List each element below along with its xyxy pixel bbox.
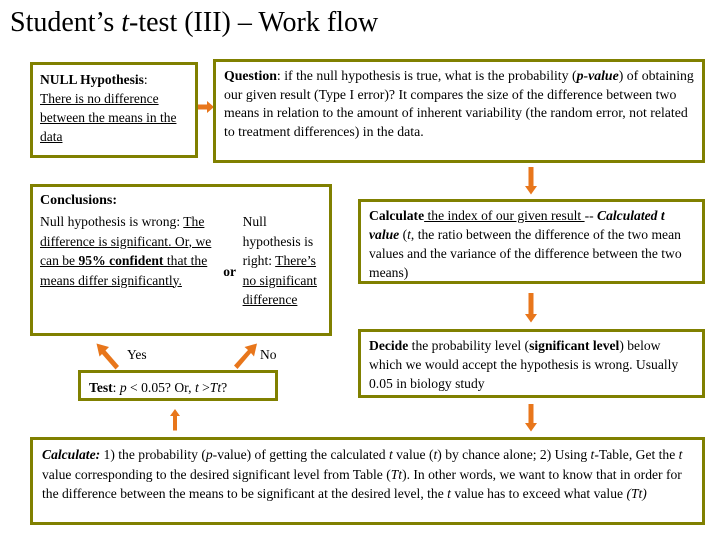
bottom-seg-6: value corresponding to the desired signi… — [42, 466, 391, 482]
test-gt: > — [198, 380, 210, 395]
calculate-dashes: -- — [584, 208, 594, 223]
calculate-underlined: the index of our given result — [424, 208, 585, 223]
arrow-calculate-to-decide-icon — [524, 293, 538, 323]
decide-bold-lead: Decide — [369, 338, 409, 353]
calculate-bold-lead: Calculate — [369, 208, 425, 223]
branch-label-no: No — [260, 347, 277, 362]
arrow-yes-branch-icon — [95, 342, 125, 372]
bottom-calculate-box: Calculate: 1) the probability (p-value) … — [30, 437, 705, 525]
null-hypothesis-body: There is no difference between the means… — [40, 91, 177, 144]
test-italic-tt: Tt — [209, 380, 222, 395]
arrow-bottom-to-test-icon — [169, 409, 181, 431]
calculate-text-open: ( — [399, 227, 408, 242]
decide-text-1: the probability level ( — [408, 338, 530, 353]
test-mid: < 0.05? Or, — [126, 380, 195, 395]
title-text-before: Student’s — [10, 7, 122, 38]
null-hypothesis-box: NULL Hypothesis: There is no difference … — [30, 62, 198, 158]
title-text-italic: t — [121, 7, 130, 38]
arrow-null-to-question-icon — [198, 100, 214, 114]
title-text-after: -test (III) – Work flow — [129, 7, 379, 38]
calculate-text-rest: , the ratio between the difference of th… — [369, 227, 682, 280]
bottom-italic-tt1: Tt — [390, 466, 403, 482]
test-italic-p: p — [119, 380, 127, 395]
conclusions-left-lead: Null hypothesis is wrong: — [40, 214, 181, 229]
question-heading: Question — [224, 68, 277, 83]
conclusions-box: Conclusions: Null hypothesis is wrong: T… — [30, 184, 332, 336]
null-hypothesis-heading: NULL Hypothesis — [40, 72, 144, 87]
slide-canvas: Student’s t-test (III) – Work flow NULL … — [0, 0, 720, 540]
arrow-no-branch-icon — [230, 342, 260, 372]
arrow-decide-to-bottom-icon — [524, 404, 538, 432]
bottom-seg-4: ) by chance alone; 2) Using — [437, 447, 591, 462]
calculate-t-value-box: Calculate the index of our given result … — [358, 199, 705, 284]
decide-box: Decide the probability level (significan… — [358, 329, 705, 398]
conclusions-left-column: Null hypothesis is wrong: The difference… — [40, 212, 217, 290]
bottom-seg-5: -Table, Get the — [594, 447, 679, 462]
test-bold-lead: Test — [89, 380, 113, 395]
page-title: Student’s t-test (III) – Work flow — [10, 6, 378, 40]
question-box: Question: if the null hypothesis is true… — [213, 59, 705, 163]
arrow-question-to-calculate-icon — [524, 167, 538, 195]
branch-label-yes: Yes — [127, 347, 147, 362]
conclusions-left-bold-underline: 95% confident — [78, 253, 164, 268]
bottom-seg-8: value has to exceed what value — [450, 486, 627, 501]
test-box: Test: p < 0.05? Or, t >Tt? — [78, 370, 278, 401]
bottom-seg-1: 1) the probability ( — [100, 447, 206, 462]
conclusions-right-column: Null hypothesis is right: There’s no sig… — [243, 212, 322, 310]
null-hypothesis-colon: : — [143, 72, 148, 87]
test-end: ? — [221, 380, 228, 395]
bottom-seg-2: -value) of getting the calculated — [212, 447, 389, 462]
question-text-1: if the null hypothesis is true, what is … — [280, 68, 577, 83]
bottom-italic-tt2: (Tt) — [626, 486, 647, 501]
conclusions-heading: Conclusions: — [40, 193, 118, 208]
bottom-bold-italic-lead: Calculate: — [42, 447, 101, 462]
bottom-italic-p: p — [205, 447, 213, 462]
question-emphasis-pvalue: p-value — [576, 68, 619, 83]
test-colon: : — [112, 380, 120, 395]
bottom-italic-t4: t — [678, 447, 683, 462]
bottom-seg-3: value ( — [392, 447, 434, 462]
conclusions-connector: or — [223, 264, 237, 279]
decide-bold-significant-level: significant level — [529, 338, 620, 353]
